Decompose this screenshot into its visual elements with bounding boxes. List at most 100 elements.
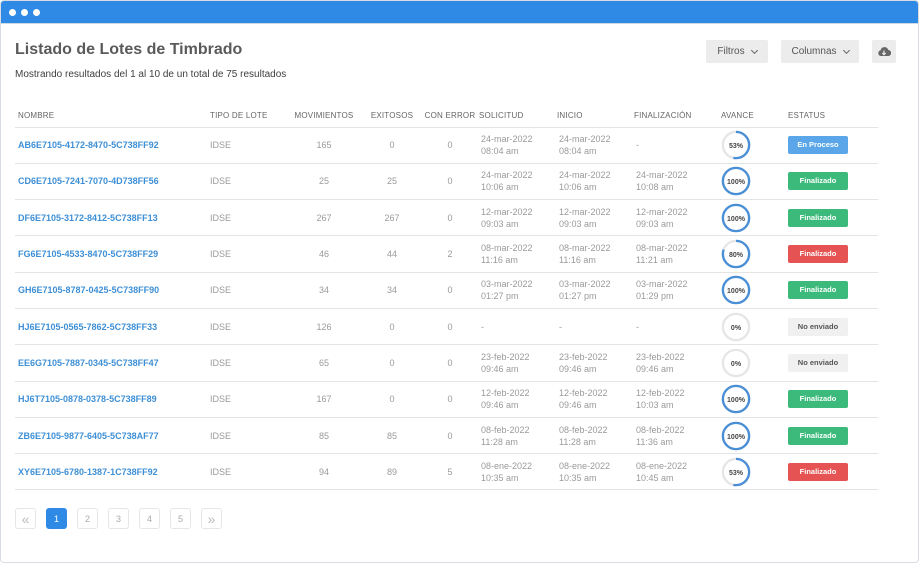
progress-label: 80% [729, 252, 744, 259]
request-date: 08-ene-2022 10:35 am [479, 453, 557, 491]
chevron-down-icon [842, 46, 850, 54]
progress-label: 100% [727, 216, 746, 223]
progress-cell: 0% [721, 308, 788, 346]
page-button-2[interactable]: 2 [77, 508, 98, 529]
request-date-day: 12-mar-2022 [481, 206, 533, 217]
start-date-time: 09:46 am [559, 400, 597, 411]
success-count: 34 [363, 272, 421, 309]
end-date-time: 01:29 pm [636, 291, 674, 302]
start-date-time: 11:28 am [559, 436, 596, 447]
column-header-request[interactable]: SOLICITUD [479, 105, 557, 128]
start-date: 08-ene-2022 10:35 am [557, 453, 634, 491]
error-count: 0 [421, 199, 479, 237]
page-button-4[interactable]: 4 [139, 508, 160, 529]
progress-label: 100% [727, 288, 746, 295]
progress-cell: 80% [721, 235, 788, 273]
end-date-time: 10:08 am [636, 182, 674, 193]
start-date-day: 03-mar-2022 [559, 279, 611, 290]
error-count: 2 [421, 235, 479, 273]
table-row[interactable]: XY6E7105-6780-1387-1C738FF92 IDSE 94 89 5 08-… [15, 453, 878, 491]
movements-count: 94 [285, 453, 363, 491]
table-row[interactable]: HJ6T7105-0878-0378-5C738FF89 IDSE 167 0 0 12-… [15, 381, 878, 418]
request-date-time: 01:27 pm [481, 291, 519, 302]
progress-cell: 100% [721, 381, 788, 418]
batch-name-link[interactable]: HJ6E7105-0565-7862-5C738FF33 [15, 308, 210, 346]
request-date-time: 09:46 am [481, 363, 519, 374]
column-header-errors[interactable]: CON ERROR [421, 105, 479, 128]
request-date-time: 11:16 am [481, 255, 518, 266]
table-row[interactable]: EE6G7105-7887-0345-5C738FF47 IDSE 65 0 0 23-f… [15, 344, 878, 382]
start-date-time: 09:03 am [559, 218, 597, 229]
table-row[interactable]: GH6E7105-8787-0425-5C738FF90 IDSE 34 34 0 03-… [15, 272, 878, 309]
status-badge: Finalizado [788, 245, 848, 264]
movements-count: 34 [285, 272, 363, 309]
filters-button[interactable]: Filtros [706, 40, 768, 63]
progress-label: 53% [729, 470, 744, 477]
page-title: Listado de Lotes de Timbrado [15, 41, 243, 58]
progress-cell: 0% [721, 344, 788, 382]
column-header-status[interactable]: ESTATUS [788, 105, 878, 128]
batch-name-link[interactable]: HJ6T7105-0878-0378-5C738FF89 [15, 381, 210, 418]
end-date-day: - [636, 140, 639, 151]
window-dot-icon[interactable] [33, 8, 40, 16]
request-date-time: 10:06 am [481, 182, 519, 193]
batch-type: IDSE [210, 272, 285, 309]
column-header-start[interactable]: INICIO [557, 105, 634, 128]
prev-page-button[interactable]: « [15, 508, 36, 529]
batch-name-link[interactable]: XY6E7105-6780-1387-1C738FF92 [15, 453, 210, 491]
status-cell: Finalizado [788, 163, 878, 201]
start-date-day: 24-mar-2022 [559, 134, 611, 145]
table-row[interactable]: CD6E7105-7241-7070-4D738FF56 IDSE 25 25 0 24-… [15, 163, 878, 201]
download-button[interactable] [872, 40, 896, 63]
success-count: 0 [363, 381, 421, 418]
batch-name-link[interactable]: DF6E7105-3172-8412-5C738FF13 [15, 199, 210, 237]
batch-name-link[interactable]: AB6E7105-4172-8470-5C738FF92 [15, 127, 210, 164]
column-header-type[interactable]: TIPO DE LOTE [210, 105, 285, 128]
batch-name-link[interactable]: FG6E7105-4533-8470-5C738FF29 [15, 235, 210, 273]
table-row[interactable]: ZB6E7105-9877-6405-5C738AF77 IDSE 85 85 0 08-… [15, 417, 878, 455]
status-badge: Finalizado [788, 390, 848, 409]
success-count: 0 [363, 308, 421, 346]
request-date-time: 11:28 am [481, 436, 518, 447]
table-row[interactable]: HJ6E7105-0565-7862-5C738FF33 IDSE 126 0 0- - -… [15, 308, 878, 346]
column-header-progress[interactable]: AVANCE [721, 105, 788, 128]
table-row[interactable]: AB6E7105-4172-8470-5C738FF92 IDSE 165 0 0 24-… [15, 127, 878, 164]
movements-count: 126 [285, 308, 363, 346]
request-date-day: 24-mar-2022 [481, 134, 533, 145]
columns-button[interactable]: Columnas [781, 40, 859, 63]
page-button-3[interactable]: 3 [108, 508, 129, 529]
end-date-day: 24-mar-2022 [636, 170, 688, 181]
batch-type: IDSE [210, 308, 285, 346]
end-date: 03-mar-2022 01:29 pm [634, 272, 721, 309]
table-row[interactable]: FG6E7105-4533-8470-5C738FF29 IDSE 46 44 2 08-… [15, 235, 878, 273]
next-page-button[interactable]: » [201, 508, 222, 529]
batch-type: IDSE [210, 235, 285, 273]
batch-name-link[interactable]: ZB6E7105-9877-6405-5C738AF77 [15, 417, 210, 455]
end-date: 08-ene-2022 10:45 am [634, 453, 721, 491]
batch-name-link[interactable]: GH6E7105-8787-0425-5C738FF90 [15, 272, 210, 309]
end-date-time: 11:36 am [636, 436, 673, 447]
start-date-day: 12-mar-2022 [559, 206, 611, 217]
batch-name-link[interactable]: CD6E7105-7241-7070-4D738FF56 [15, 163, 210, 201]
column-header-movements[interactable]: MOVIMIENTOS [285, 105, 363, 128]
column-header-success[interactable]: EXITOSOS [363, 105, 421, 128]
request-date-day: 12-feb-2022 [481, 388, 530, 399]
status-badge: No enviado [788, 317, 848, 336]
page-button-5[interactable]: 5 [170, 508, 191, 529]
progress-gauge: 100% [721, 276, 751, 305]
column-header-end[interactable]: FINALIZACIÓN [634, 105, 721, 128]
status-cell: Finalizado [788, 381, 878, 418]
status-cell: Finalizado [788, 199, 878, 237]
window-dot-icon[interactable] [21, 8, 28, 16]
progress-label: 100% [727, 179, 746, 186]
end-date-time: 11:21 am [636, 255, 673, 266]
batch-name-link[interactable]: EE6G7105-7887-0345-5C738FF47 [15, 344, 210, 382]
request-date: 23-feb-2022 09:46 am [479, 344, 557, 382]
column-header-name[interactable]: NOMBRE [15, 105, 210, 128]
page-button-1[interactable]: 1 [46, 508, 67, 529]
movements-count: 25 [285, 163, 363, 201]
window-dot-icon[interactable] [9, 8, 16, 16]
table-row[interactable]: DF6E7105-3172-8412-5C738FF13 IDSE 267 267 0 1… [15, 199, 878, 237]
start-date-day: 08-feb-2022 [559, 424, 608, 435]
movements-count: 46 [285, 235, 363, 273]
